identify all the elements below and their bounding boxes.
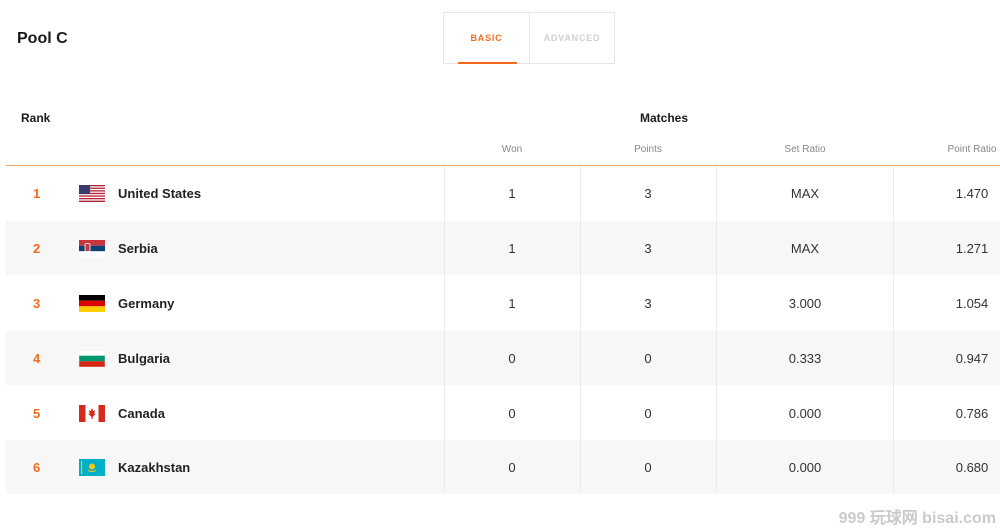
points-value: 3 [644, 240, 652, 256]
rank-number: 1 [33, 185, 41, 201]
point-ratio-value: 1.470 [955, 185, 989, 201]
set-ratio-value: 0.333 [788, 350, 822, 366]
team-name[interactable]: Bulgaria [118, 351, 170, 366]
kazakhstan-flag-icon [79, 458, 105, 476]
tab-advanced[interactable]: ADVANCED [529, 13, 614, 63]
canada-flag-icon [79, 404, 105, 422]
bulgaria-flag-icon [79, 349, 105, 367]
point-ratio-value: 0.680 [955, 459, 989, 475]
rank-number: 2 [33, 240, 41, 256]
set-ratio-column-header: Set Ratio [784, 144, 826, 155]
rank-column-header: Rank [21, 111, 51, 125]
won-value: 1 [508, 295, 516, 311]
column-divider [444, 166, 445, 493]
watermark: 999 玩球网 bisai.com [838, 510, 996, 527]
point-ratio-column-header: Point Ratio [947, 144, 997, 155]
table-row[interactable]: 4 Bulgaria 0 0 0.333 0.947 [6, 331, 1000, 385]
table-row[interactable]: 3 Germany 1 3 3.000 1.054 [6, 276, 1000, 330]
serbia-flag-icon [79, 239, 105, 257]
us-flag-icon [79, 184, 105, 202]
rank-number: 5 [33, 405, 41, 421]
column-divider [893, 166, 894, 493]
points-value: 3 [644, 185, 652, 201]
column-divider [716, 166, 717, 493]
rank-number: 4 [33, 350, 41, 366]
points-column-header: Points [634, 144, 662, 155]
won-value: 1 [508, 185, 516, 201]
set-ratio-value: MAX [790, 240, 820, 256]
won-value: 0 [508, 405, 516, 421]
germany-flag-icon [79, 294, 105, 312]
team-name[interactable]: Germany [118, 296, 174, 311]
team-name[interactable]: United States [118, 186, 201, 201]
set-ratio-value: 0.000 [788, 405, 822, 421]
team-name[interactable]: Canada [118, 406, 165, 421]
table-row[interactable]: 1 United States 1 3 MAX 1.470 [6, 166, 1000, 220]
matches-group-header: Matches [640, 111, 689, 125]
won-value: 0 [508, 350, 516, 366]
team-name[interactable]: Kazakhstan [118, 460, 190, 475]
team-name[interactable]: Serbia [118, 241, 158, 256]
set-ratio-value: 0.000 [788, 459, 822, 475]
won-column-header: Won [501, 144, 523, 155]
points-value: 0 [644, 459, 652, 475]
table-row[interactable]: 2 Serbia 1 3 MAX 1.271 [6, 221, 1000, 275]
points-value: 3 [644, 295, 652, 311]
point-ratio-value: 1.271 [955, 240, 989, 256]
rank-number: 6 [33, 459, 41, 475]
points-value: 0 [644, 405, 652, 421]
rank-number: 3 [33, 295, 41, 311]
tab-basic[interactable]: BASIC [444, 13, 529, 64]
column-divider [580, 166, 581, 493]
points-value: 0 [644, 350, 652, 366]
pool-title: Pool C [17, 30, 68, 47]
point-ratio-value: 0.947 [955, 350, 989, 366]
set-ratio-value: MAX [790, 185, 820, 201]
set-ratio-value: 3.000 [788, 295, 822, 311]
won-value: 1 [508, 240, 516, 256]
point-ratio-value: 0.786 [955, 405, 989, 421]
table-row[interactable]: 6 Kazakhstan 0 0 0.000 0.680 [6, 440, 1000, 494]
point-ratio-value: 1.054 [955, 295, 989, 311]
table-row[interactable]: 5 Canada 0 0 0.000 0.786 [6, 386, 1000, 440]
view-tabs: BASIC ADVANCED [443, 12, 615, 64]
won-value: 0 [508, 459, 516, 475]
